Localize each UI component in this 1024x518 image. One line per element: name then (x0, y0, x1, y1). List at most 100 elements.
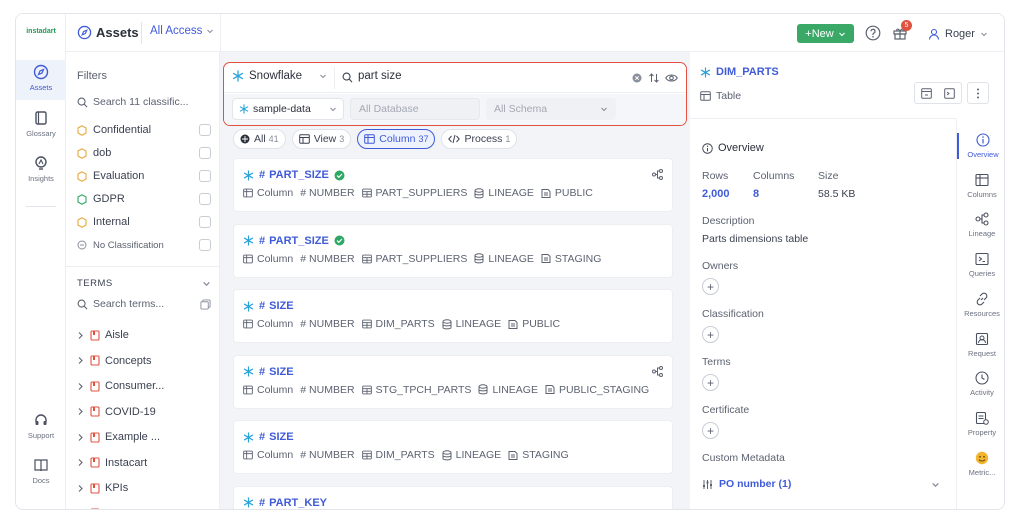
result-card[interactable]: # PART_KEY (233, 485, 673, 509)
nav-item-assets[interactable]: Assets (16, 60, 66, 100)
classification-item[interactable]: Evaluation (77, 167, 211, 185)
tab-process[interactable]: Process 1 (441, 129, 518, 149)
result-type: Column (257, 318, 294, 330)
nav-item-glossary[interactable]: Glossary (16, 110, 66, 138)
sort-icon[interactable] (648, 72, 660, 84)
table-icon (700, 91, 711, 101)
access-dropdown[interactable]: All Access (150, 25, 214, 37)
classification-checkbox[interactable] (199, 193, 211, 205)
add-term-button[interactable]: + (702, 374, 719, 391)
clear-icon[interactable] (632, 73, 642, 83)
term-item[interactable]: Example ... (77, 428, 211, 446)
tab-request[interactable]: Request (957, 332, 1004, 358)
lineage-icon[interactable] (652, 365, 663, 377)
lineage-icon[interactable] (652, 169, 663, 180)
result-card[interactable]: # PART_SIZE Column # NUMBER PART_SUPPLIERS LIN… (233, 223, 673, 278)
po-number-section[interactable]: PO number (1) (702, 478, 940, 490)
link-icon (975, 292, 989, 306)
database-select[interactable]: sample-data (232, 98, 344, 120)
result-card[interactable]: # SIZE Column # NUMBER DIM_PARTS LINEAGE STAGIN… (233, 420, 673, 474)
glossary-icon (90, 355, 100, 366)
classification-item[interactable]: Internal (77, 213, 211, 231)
classification-item[interactable]: dob (77, 144, 211, 162)
nav-item-docs[interactable]: Docs (16, 457, 66, 485)
add-owner-button[interactable]: + (702, 278, 719, 295)
tab-metric[interactable]: Metric... (957, 451, 1004, 477)
term-item[interactable]: Concepts (77, 352, 211, 370)
result-name[interactable]: SIZE (269, 366, 293, 378)
result-card[interactable]: # SIZE Column # NUMBER STG_TPCH_PARTS LINEAGE P… (233, 354, 673, 409)
term-item[interactable]: Metrics (77, 505, 211, 509)
tab-queries[interactable]: Queries (957, 252, 1004, 278)
tab-column[interactable]: Column 37 (357, 129, 436, 149)
result-schema: STAGING (522, 449, 569, 461)
tab-lineage[interactable]: Lineage (957, 212, 1004, 239)
new-button[interactable]: +New (797, 24, 854, 43)
hash-icon: # (300, 252, 307, 265)
database-select-value: sample-data (253, 103, 311, 115)
rows-value[interactable]: 2,000 (702, 188, 730, 200)
classification-item[interactable]: GDPR (77, 190, 211, 208)
terms-search[interactable]: Search terms... (77, 298, 211, 310)
all-database-select[interactable]: All Database (350, 98, 480, 120)
result-card[interactable]: # SIZE Column # NUMBER DIM_PARTS LINEAGE PUBLIC (233, 289, 673, 343)
overview-title: Overview (718, 142, 764, 154)
all-schema-select[interactable]: All Schema (486, 98, 616, 120)
help-icon[interactable] (865, 25, 881, 41)
emoji-icon (975, 451, 989, 465)
database-icon (478, 384, 488, 395)
term-item[interactable]: Instacart (77, 454, 211, 472)
tab-view[interactable]: View 3 (291, 129, 352, 149)
result-name[interactable]: PART_SIZE (269, 235, 329, 247)
tab-columns[interactable]: Columns (957, 173, 1004, 199)
term-item[interactable]: COVID-19 (77, 403, 211, 421)
term-item[interactable]: Aisle (77, 326, 211, 344)
terminal-icon[interactable] (944, 87, 955, 99)
tab-overview[interactable]: Overview (957, 133, 1004, 159)
classification-item[interactable]: No Classification (77, 236, 211, 254)
copy-icon[interactable] (200, 298, 211, 310)
tab-activity[interactable]: Activity (957, 371, 1004, 397)
more-button[interactable] (967, 82, 989, 104)
terms-section-header[interactable]: TERMS (77, 278, 211, 289)
eye-icon[interactable] (665, 72, 678, 84)
activity-icon (975, 371, 989, 385)
tab-resources[interactable]: Resources (957, 292, 1004, 318)
term-label: Consumer... (105, 380, 165, 392)
term-item[interactable]: KPIs (77, 479, 211, 497)
classification-checkbox[interactable] (199, 239, 211, 251)
add-certificate-button[interactable]: + (702, 422, 719, 439)
classification-search[interactable]: Search 11 classific... (77, 96, 189, 108)
access-label: All Access (150, 25, 203, 37)
terms-search-input[interactable]: Search terms... (93, 298, 164, 310)
term-item[interactable]: Consumer... (77, 377, 211, 395)
add-classification-button[interactable]: + (702, 326, 719, 343)
columns-value[interactable]: 8 (753, 188, 759, 200)
compass-icon (33, 64, 49, 80)
result-name[interactable]: SIZE (269, 431, 293, 443)
classification-checkbox[interactable] (199, 147, 211, 159)
classification-item[interactable]: Confidential (77, 121, 211, 139)
result-name[interactable]: SIZE (269, 300, 293, 312)
classification-checkbox[interactable] (199, 170, 211, 182)
classification-checkbox[interactable] (199, 216, 211, 228)
tab-property[interactable]: Property (957, 411, 1004, 437)
open-icon[interactable] (921, 87, 932, 99)
user-menu[interactable]: Roger (928, 24, 992, 43)
detail-tab-label: Lineage (968, 229, 996, 239)
classification-search-input[interactable]: Search 11 classific... (93, 96, 189, 108)
tab-all[interactable]: All 41 (233, 129, 286, 149)
classification-checkbox[interactable] (199, 124, 211, 136)
description-value[interactable]: Parts dimensions table (702, 233, 808, 245)
connector-label: Snowflake (249, 70, 303, 82)
search-input[interactable]: part size (358, 70, 401, 82)
hash-icon: # (259, 300, 266, 312)
connector-dropdown[interactable]: Snowflake (232, 70, 327, 82)
asset-title[interactable]: DIM_PARTS (700, 66, 779, 78)
result-name[interactable]: PART_KEY (269, 497, 327, 509)
nav-label: Glossary (26, 129, 56, 138)
result-name[interactable]: PART_SIZE (269, 169, 329, 181)
result-card[interactable]: # PART_SIZE Column # NUMBER PART_SUPPLIERS LIN… (233, 158, 673, 212)
nav-item-insights[interactable]: Insights (16, 155, 66, 183)
nav-item-support[interactable]: Support (16, 412, 66, 440)
